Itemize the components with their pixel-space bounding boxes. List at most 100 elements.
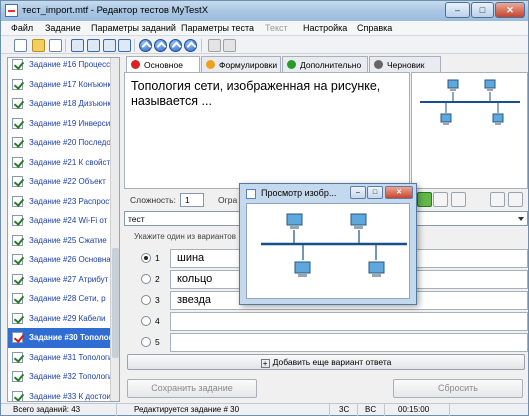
camera-icon[interactable] — [433, 192, 448, 207]
paste-icon[interactable] — [223, 39, 236, 52]
add-answer-button[interactable]: + Добавить еще вариант ответа — [127, 354, 525, 370]
save-task-button[interactable]: Сохранить задание — [127, 379, 257, 398]
task-list-item[interactable]: Задание #21 К свойствам — [8, 153, 119, 173]
task-list-item[interactable]: Задание #19 Инверсия — [8, 114, 119, 134]
chevron-down-icon — [518, 217, 524, 221]
tab-additional[interactable]: Дополнительно — [282, 56, 368, 72]
copy-image-icon[interactable] — [451, 192, 466, 207]
menu-task[interactable]: Задание — [45, 23, 81, 33]
image-icon — [246, 189, 256, 199]
insert-task-icon[interactable] — [87, 39, 100, 52]
status-time: 00:15:00 — [398, 405, 430, 414]
answer-field-4[interactable] — [170, 312, 528, 331]
answer-row-5: 5 — [124, 332, 528, 352]
menu-settings[interactable]: Настройка — [303, 23, 347, 33]
task-list-scrollbar[interactable] — [110, 58, 119, 401]
add-task-icon[interactable] — [71, 39, 84, 52]
delete-image-icon[interactable] — [508, 192, 523, 207]
task-list-item[interactable]: Задание #16 Процессор — [8, 58, 119, 75]
close-button[interactable]: ✕ — [495, 2, 525, 18]
next-icon[interactable] — [184, 39, 197, 52]
task-list-item[interactable]: Задание #26 Основная — [8, 250, 119, 270]
difficulty-spinner[interactable]: 1 — [180, 193, 204, 207]
copy-icon[interactable] — [208, 39, 221, 52]
tab-draft-label: Черновик — [387, 60, 425, 70]
checkmark-icon — [12, 117, 23, 129]
popup-maximize-button[interactable]: □ — [367, 186, 383, 199]
minimize-button[interactable]: – — [445, 2, 470, 18]
task-tabs: Основное Формулировки Дополнительно Черн… — [124, 56, 528, 72]
new-file-icon[interactable] — [14, 39, 27, 52]
menu-test-params[interactable]: Параметры теста — [181, 23, 254, 33]
task-list-item[interactable]: Задание #27 Атрибут — [8, 270, 119, 290]
task-list-item-label: Задание #27 Атрибут — [29, 274, 109, 284]
answer-number: 4 — [155, 316, 160, 326]
task-list-item[interactable]: Задание #29 Кабели — [8, 309, 119, 329]
task-type-value: тест — [128, 214, 145, 224]
question-text: Топология сети, изображенная на рисунке,… — [131, 79, 381, 108]
answer-field-5[interactable] — [170, 333, 528, 352]
task-list-item-label: Задание #32 Топология — [29, 372, 112, 381]
menu-help[interactable]: Справка — [357, 23, 392, 33]
menu-file[interactable]: Файл — [11, 23, 33, 33]
task-list-item[interactable]: Задание #28 Сети, р — [8, 289, 119, 309]
status-total: Всего заданий: 43 — [13, 405, 81, 414]
task-list-item[interactable]: Задание #20 Последовательность — [8, 133, 119, 153]
tab-draft[interactable]: Черновик — [369, 56, 441, 72]
checkmark-icon — [12, 78, 23, 90]
tab-formulations[interactable]: Формулировки — [201, 56, 281, 72]
tab-main-label: Основное — [144, 60, 183, 70]
delete-task-icon[interactable] — [103, 39, 116, 52]
prev-icon[interactable] — [169, 39, 182, 52]
task-list-item[interactable]: Задание #30 Топология — [8, 328, 119, 348]
computer-icon — [492, 113, 504, 125]
task-list-item[interactable]: Задание #33 К достоинствам — [8, 387, 119, 401]
answer-radio-1[interactable] — [141, 253, 151, 263]
answer-radio-2[interactable] — [141, 274, 151, 284]
task-list-item[interactable]: Задание #25 Сжатие — [8, 231, 119, 251]
limit-label: Огра — [218, 195, 238, 205]
maximize-button[interactable]: □ — [471, 2, 494, 18]
checkmark-icon — [12, 234, 23, 246]
popup-minimize-button[interactable]: – — [350, 186, 366, 199]
reset-button[interactable]: Сбросить — [393, 379, 523, 398]
answer-radio-4[interactable] — [141, 316, 151, 326]
status-editing: Редактируется задание # 30 — [134, 405, 240, 414]
tab-main[interactable]: Основное — [126, 56, 200, 72]
computer-icon — [447, 79, 459, 91]
task-list-item[interactable]: Задание #32 Топология — [8, 367, 119, 387]
answer-radio-3[interactable] — [141, 295, 151, 305]
question-editor[interactable]: Топология сети, изображенная на рисунке,… — [124, 72, 410, 189]
task-list-item[interactable]: Задание #23 Распространение — [8, 192, 119, 212]
task-list-item-label: Задание #29 Кабели — [29, 313, 106, 323]
image-preview-window[interactable]: Просмотр изобр... – □ ✕ — [239, 183, 417, 305]
question-image-thumbnail[interactable] — [411, 72, 528, 189]
save-image-icon[interactable] — [490, 192, 505, 207]
menu-text[interactable]: Текст — [265, 23, 288, 33]
move-up-icon[interactable] — [139, 39, 152, 52]
open-folder-icon[interactable] — [32, 39, 45, 52]
popup-close-button[interactable]: ✕ — [385, 186, 413, 199]
task-list-item-label: Задание #25 Сжатие — [29, 235, 107, 245]
checkmark-icon — [12, 98, 23, 109]
answer-radio-5[interactable] — [141, 337, 151, 347]
task-list-item-label: Задание #24 Wi-Fi от — [29, 216, 108, 225]
checkmark-icon — [12, 293, 23, 304]
task-list-item[interactable]: Задание #18 Дизъюнкция — [8, 94, 119, 114]
answers-hint: Укажите один из вариантов — [134, 232, 236, 241]
play-icon[interactable] — [417, 192, 432, 207]
save-icon[interactable] — [49, 39, 62, 52]
answer-number: 1 — [155, 253, 160, 263]
task-list-item[interactable]: Задание #24 Wi-Fi от — [8, 211, 119, 231]
task-list-item[interactable]: Задание #31 Топология — [8, 348, 119, 368]
task-list-item[interactable]: Задание #17 Конъюнкция — [8, 75, 119, 95]
menu-task-params[interactable]: Параметры заданий — [91, 23, 176, 33]
move-down-icon[interactable] — [154, 39, 167, 52]
toolbar — [1, 37, 528, 54]
copy-task-icon[interactable] — [118, 39, 131, 52]
green-dot-icon — [287, 60, 296, 69]
gray-dot-icon — [374, 60, 383, 69]
checkmark-icon — [12, 273, 23, 285]
task-list-item[interactable]: Задание #22 Объект — [8, 172, 119, 192]
checkmark-icon — [12, 59, 23, 70]
